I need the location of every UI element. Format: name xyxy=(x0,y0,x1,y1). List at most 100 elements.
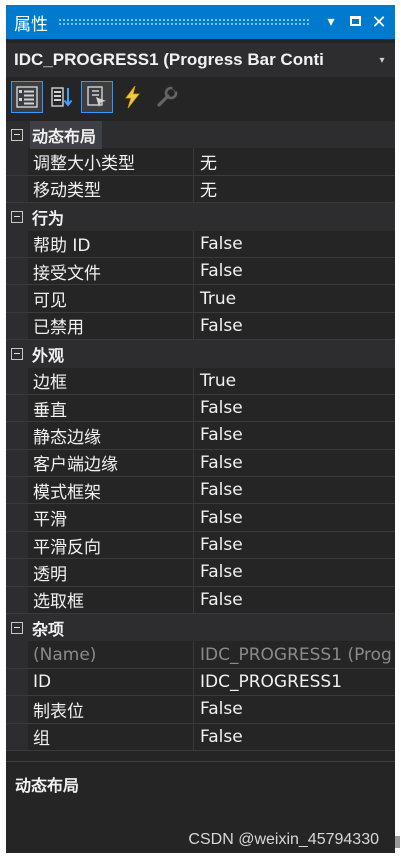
property-name: 移动类型 xyxy=(28,175,194,203)
watermark: CSDN @weixin_45794330 xyxy=(188,831,379,848)
properties-toolbar xyxy=(6,77,395,117)
row-gutter xyxy=(6,257,28,285)
property-value[interactable]: False xyxy=(194,453,395,473)
property-row[interactable]: 静态边缘 False xyxy=(6,422,395,450)
row-gutter xyxy=(6,175,28,203)
row-gutter xyxy=(6,586,28,614)
collapse-icon[interactable] xyxy=(11,347,23,360)
alphabetical-icon xyxy=(51,87,73,107)
properties-button[interactable] xyxy=(81,81,113,113)
property-row[interactable]: 帮助 ID False xyxy=(6,230,395,258)
category-name: 外观 xyxy=(32,345,65,365)
property-value[interactable]: False xyxy=(194,562,395,582)
property-name: (Name) xyxy=(28,641,194,668)
events-icon xyxy=(125,85,140,109)
property-value[interactable]: True xyxy=(194,371,395,391)
category-name: 动态布局 xyxy=(30,120,103,149)
property-name: 模式框架 xyxy=(28,477,194,504)
property-value[interactable]: False xyxy=(194,261,395,281)
category-row-misc[interactable]: 杂项 xyxy=(6,614,395,642)
category-row-appearance[interactable]: 外观 xyxy=(6,340,395,368)
property-value[interactable]: False xyxy=(194,480,395,500)
property-row[interactable]: 透明 False xyxy=(6,559,395,587)
row-gutter xyxy=(6,230,28,257)
row-gutter xyxy=(6,285,28,312)
property-value: IDC_PROGRESS1 (Prog xyxy=(200,644,392,665)
property-row[interactable]: 垂直 False xyxy=(6,394,395,423)
property-pages-button[interactable] xyxy=(151,81,183,113)
property-row[interactable]: 制表位 False xyxy=(6,696,395,724)
panel-title-bar[interactable]: 属性 ▾ ✕ xyxy=(6,5,395,39)
property-name: 可见 xyxy=(28,285,194,312)
category-name: 杂项 xyxy=(32,619,65,639)
row-gutter xyxy=(6,559,28,586)
property-value[interactable]: False xyxy=(194,699,395,719)
property-value[interactable]: False xyxy=(194,508,395,528)
property-row[interactable]: 模式框架 False xyxy=(6,477,395,505)
property-value[interactable]: False xyxy=(194,425,395,445)
property-value[interactable]: False xyxy=(194,590,395,610)
maximize-icon[interactable] xyxy=(343,14,367,30)
property-row[interactable]: 边框 True xyxy=(6,367,395,395)
category-name: 行为 xyxy=(32,208,65,228)
category-row-dynamic-layout[interactable]: 动态布局 xyxy=(6,120,395,149)
category-row-behavior[interactable]: 行为 xyxy=(6,203,395,231)
row-gutter xyxy=(6,422,28,449)
edge-mark xyxy=(395,836,400,848)
property-value[interactable]: False xyxy=(194,727,395,747)
property-row[interactable]: 已禁用 False xyxy=(6,312,395,341)
property-name: 垂直 xyxy=(28,394,194,422)
property-row[interactable]: 平滑 False xyxy=(6,504,395,532)
row-gutter xyxy=(6,723,28,750)
property-name: 平滑反向 xyxy=(28,531,194,559)
property-name: 选取框 xyxy=(28,586,194,614)
property-value[interactable]: False xyxy=(194,234,395,254)
property-name: 静态边缘 xyxy=(28,422,194,449)
property-row[interactable]: 客户端边缘 False xyxy=(6,449,395,478)
property-value[interactable]: False xyxy=(194,398,395,418)
property-value[interactable]: IDC_PROGRESS1 xyxy=(194,672,395,692)
property-value[interactable]: True xyxy=(194,289,395,309)
property-row[interactable]: 组 False xyxy=(6,723,395,751)
properties-icon xyxy=(87,86,106,107)
property-row[interactable]: 调整大小类型 无 xyxy=(6,148,395,176)
property-value[interactable]: False xyxy=(194,316,395,336)
property-value[interactable]: False xyxy=(194,535,395,555)
row-gutter xyxy=(6,148,28,175)
row-gutter xyxy=(6,312,28,340)
events-button[interactable] xyxy=(116,81,148,113)
property-name: ID xyxy=(28,668,194,696)
row-gutter xyxy=(6,696,28,723)
property-row[interactable]: 选取框 False xyxy=(6,586,395,615)
row-gutter xyxy=(6,641,28,668)
property-row[interactable]: 可见 True xyxy=(6,285,395,313)
categorized-icon xyxy=(16,86,38,108)
row-gutter xyxy=(6,394,28,422)
property-grid: 动态布局 调整大小类型 无 移动类型 无 行为 帮助 ID False 接受文件… xyxy=(6,120,395,751)
properties-panel: 属性 ▾ ✕ IDC_PROGRESS1 (Progress Bar Conti… xyxy=(6,5,395,853)
property-name: 客户端边缘 xyxy=(28,449,194,477)
property-row[interactable]: ID IDC_PROGRESS1 xyxy=(6,668,395,697)
object-selector[interactable]: IDC_PROGRESS1 (Progress Bar Conti ▾ xyxy=(6,43,395,77)
title-grip xyxy=(58,18,309,26)
property-value[interactable]: 无 xyxy=(194,149,395,174)
property-name: 边框 xyxy=(28,367,194,394)
categorized-button[interactable] xyxy=(11,81,43,113)
collapse-icon[interactable] xyxy=(11,128,23,141)
property-value[interactable]: 无 xyxy=(194,176,395,201)
window-position-dropdown-icon[interactable]: ▾ xyxy=(319,14,343,30)
panel-title: 属性 xyxy=(14,14,48,35)
alphabetical-button[interactable] xyxy=(46,81,78,113)
property-row[interactable]: (Name) IDC_PROGRESS1 (Prog xyxy=(6,641,395,669)
property-name: 组 xyxy=(28,723,194,750)
property-row[interactable]: 平滑反向 False xyxy=(6,531,395,560)
close-icon[interactable]: ✕ xyxy=(367,12,391,33)
property-name: 已禁用 xyxy=(28,312,194,340)
property-name: 帮助 ID xyxy=(28,230,194,257)
collapse-icon[interactable] xyxy=(11,621,23,634)
property-row[interactable]: 移动类型 无 xyxy=(6,175,395,204)
chevron-down-icon[interactable]: ▾ xyxy=(369,55,395,66)
property-row[interactable]: 接受文件 False xyxy=(6,257,395,286)
collapse-icon[interactable] xyxy=(11,210,23,223)
property-pages-icon xyxy=(157,85,179,107)
